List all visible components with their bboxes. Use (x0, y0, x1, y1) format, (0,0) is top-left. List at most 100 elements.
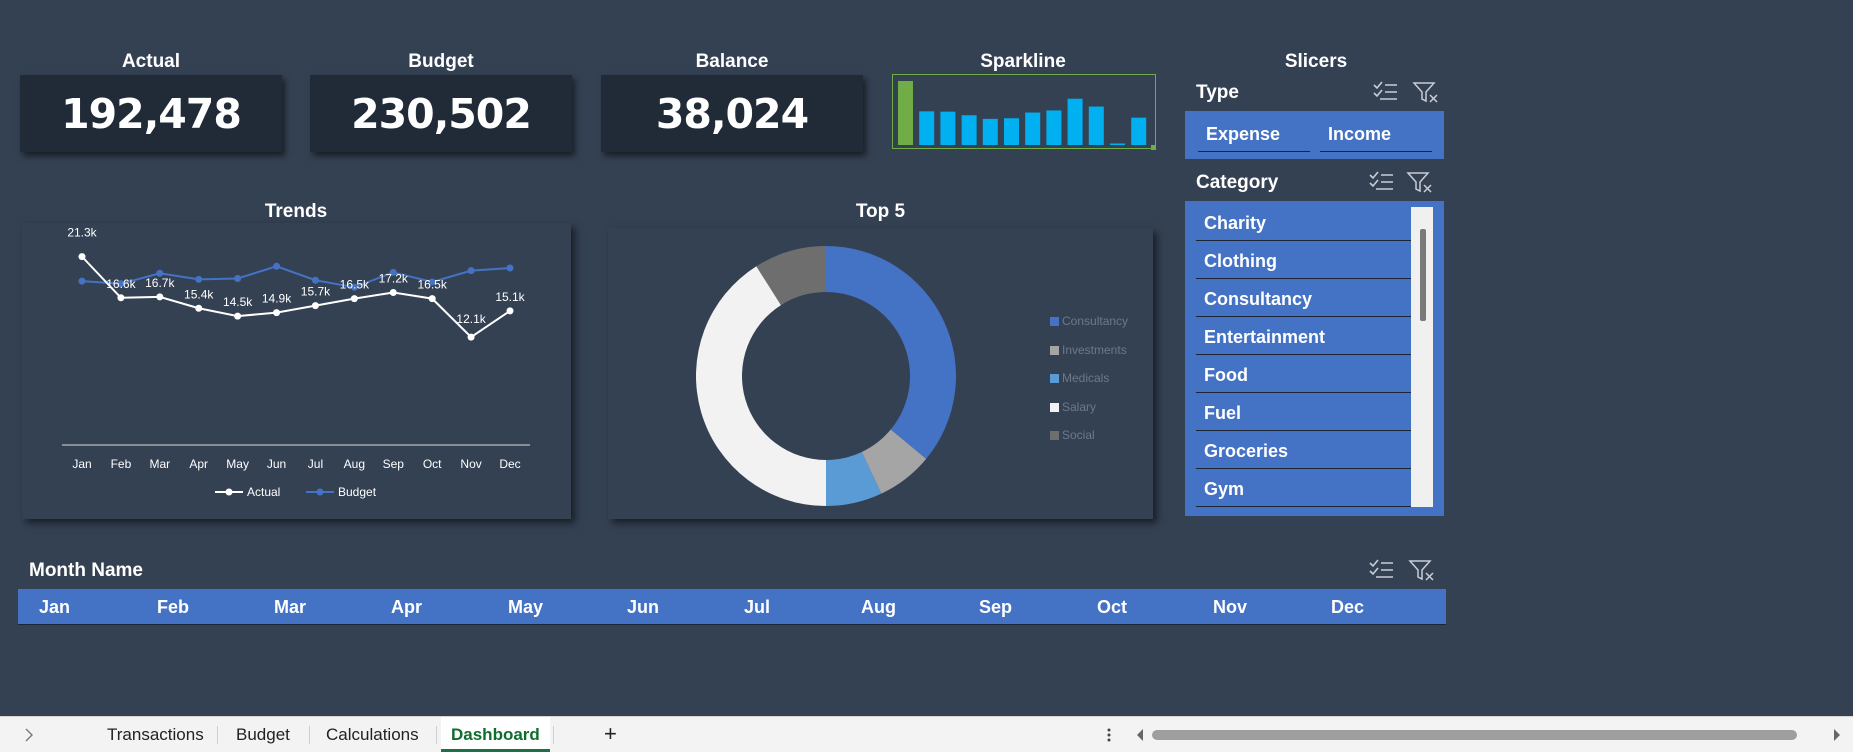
type-slicer-header: Type (1196, 82, 1239, 103)
data-label: 17.2k (379, 272, 409, 286)
slicer-item-food[interactable]: Food (1196, 358, 1414, 393)
sparkline-bar (982, 118, 998, 145)
slicer-item-groceries[interactable]: Groceries (1196, 434, 1414, 469)
series-line-actual (81, 255, 511, 339)
slicer-item-consultancy[interactable]: Consultancy (1196, 282, 1414, 317)
donut-slice-consultancy (826, 246, 956, 459)
data-point-actual (350, 295, 358, 303)
legend-item-consultancy: Consultancy (1050, 314, 1128, 328)
data-label: 14.5k (223, 295, 253, 309)
month-item-jun[interactable]: Jun (627, 589, 659, 625)
data-label: 16.5k (340, 278, 370, 292)
trends-panel: Jan Feb Mar Apr May Jun Jul Aug Sep Oct Nov Dec 21.3… (22, 223, 571, 519)
slicer-item-fuel[interactable]: Fuel (1196, 396, 1414, 431)
data-point-actual (234, 312, 242, 320)
tab-calculations[interactable]: Calculations (326, 717, 419, 752)
category-scroll-thumb[interactable] (1420, 229, 1426, 321)
tab-budget[interactable]: Budget (236, 717, 290, 752)
legend-label-budget: Budget (338, 485, 377, 499)
tab-divider (553, 726, 554, 744)
slicer-item-charity[interactable]: Charity (1196, 206, 1414, 241)
scroll-left-icon[interactable] (1136, 729, 1144, 741)
clear-filter-icon[interactable] (1406, 170, 1434, 194)
x-tick-label: Sep (383, 457, 405, 471)
data-point-budget (234, 275, 242, 282)
slicer-item-gym[interactable]: Gym (1196, 472, 1414, 507)
x-tick-label: Jul (308, 457, 323, 471)
kpi-value-balance: 38,024 (601, 75, 863, 152)
legend-label: Medicals (1062, 371, 1110, 385)
legend-swatch (1050, 317, 1059, 326)
data-label: 15.4k (184, 287, 214, 301)
multi-select-icon[interactable] (1372, 80, 1400, 104)
x-tick-label: Feb (111, 457, 132, 471)
data-label: 14.9k (262, 292, 292, 306)
data-point-budget (273, 262, 281, 270)
legend-item-salary: Salary (1050, 400, 1096, 414)
month-slicer: Jan Feb Mar Apr May Jun Jul Aug Sep Oct … (18, 589, 1446, 625)
horizontal-scrollbar[interactable] (1152, 730, 1797, 740)
slicer-item-clothing[interactable]: Clothing (1196, 244, 1414, 279)
sparkline-bar (961, 115, 977, 145)
data-point-actual (311, 302, 319, 310)
data-label: 15.7k (301, 285, 331, 299)
add-sheet-button[interactable]: + (604, 716, 617, 751)
tab-transactions[interactable]: Transactions (107, 717, 204, 752)
sparkline-bar (919, 111, 935, 145)
slicer-item-expense[interactable]: Expense (1198, 117, 1310, 152)
month-item-oct[interactable]: Oct (1097, 589, 1127, 625)
slicer-item-entertainment[interactable]: Entertainment (1196, 320, 1414, 355)
multi-select-icon[interactable] (1368, 558, 1396, 582)
data-point-budget (506, 264, 514, 272)
x-tick-label: Oct (423, 457, 442, 471)
month-item-feb[interactable]: Feb (157, 589, 189, 625)
sparkline-chart[interactable] (892, 74, 1156, 150)
multi-select-icon[interactable] (1368, 170, 1396, 194)
trends-title: Trends (264, 201, 328, 222)
legend-label: Salary (1062, 399, 1097, 414)
category-slicer: Charity Clothing Consultancy Entertainme… (1185, 201, 1444, 516)
trends-chart[interactable]: Jan Feb Mar Apr May Jun Jul Aug Sep Oct Nov Dec 21.3… (22, 223, 571, 519)
scroll-right-icon[interactable] (1833, 729, 1841, 741)
category-scrollbar[interactable] (1411, 207, 1433, 507)
sparkline-bar (1025, 112, 1041, 145)
month-item-aug[interactable]: Aug (861, 589, 896, 625)
month-item-sep[interactable]: Sep (979, 589, 1012, 625)
legend-label: Social (1062, 428, 1095, 442)
month-item-jan[interactable]: Jan (39, 589, 70, 625)
tab-divider (309, 726, 310, 744)
sparkline-bar (1088, 106, 1104, 145)
more-options-icon[interactable] (1106, 727, 1112, 743)
data-point-budget (195, 275, 203, 283)
month-item-nov[interactable]: Nov (1213, 589, 1247, 625)
data-point-actual (117, 294, 125, 302)
x-tick-label: Mar (149, 457, 170, 471)
type-slicer: Expense Income (1185, 111, 1444, 159)
data-point-actual (156, 293, 164, 301)
slicer-item-income[interactable]: Income (1320, 117, 1432, 152)
tab-dashboard[interactable]: Dashboard (441, 717, 550, 752)
month-item-apr[interactable]: Apr (391, 589, 422, 625)
legend-marker-budget (316, 488, 324, 496)
legend-item-investments: Investments (1050, 343, 1127, 357)
legend-swatch (1050, 402, 1059, 412)
sparkline-bar (1067, 98, 1083, 145)
x-tick-label: Aug (344, 457, 365, 471)
data-label: 12.1k (456, 312, 486, 326)
clear-filter-icon[interactable] (1412, 80, 1440, 104)
month-item-jul[interactable]: Jul (744, 589, 770, 625)
sparkline-bar (898, 81, 913, 145)
data-point-budget (467, 267, 475, 275)
month-item-mar[interactable]: Mar (274, 589, 306, 625)
tab-divider (217, 726, 218, 744)
data-point-actual (273, 309, 281, 317)
clear-filter-icon[interactable] (1408, 558, 1436, 582)
month-item-dec[interactable]: Dec (1331, 589, 1364, 625)
sparkline-bar (1131, 117, 1147, 145)
kpi-value-actual: 192,478 (20, 75, 282, 152)
kpi-title-budget: Budget (408, 51, 474, 72)
slicers-title: Slicers (1284, 51, 1348, 72)
legend-swatch (1050, 431, 1059, 440)
month-item-may[interactable]: May (508, 589, 543, 625)
chevron-right-icon[interactable] (24, 728, 34, 742)
